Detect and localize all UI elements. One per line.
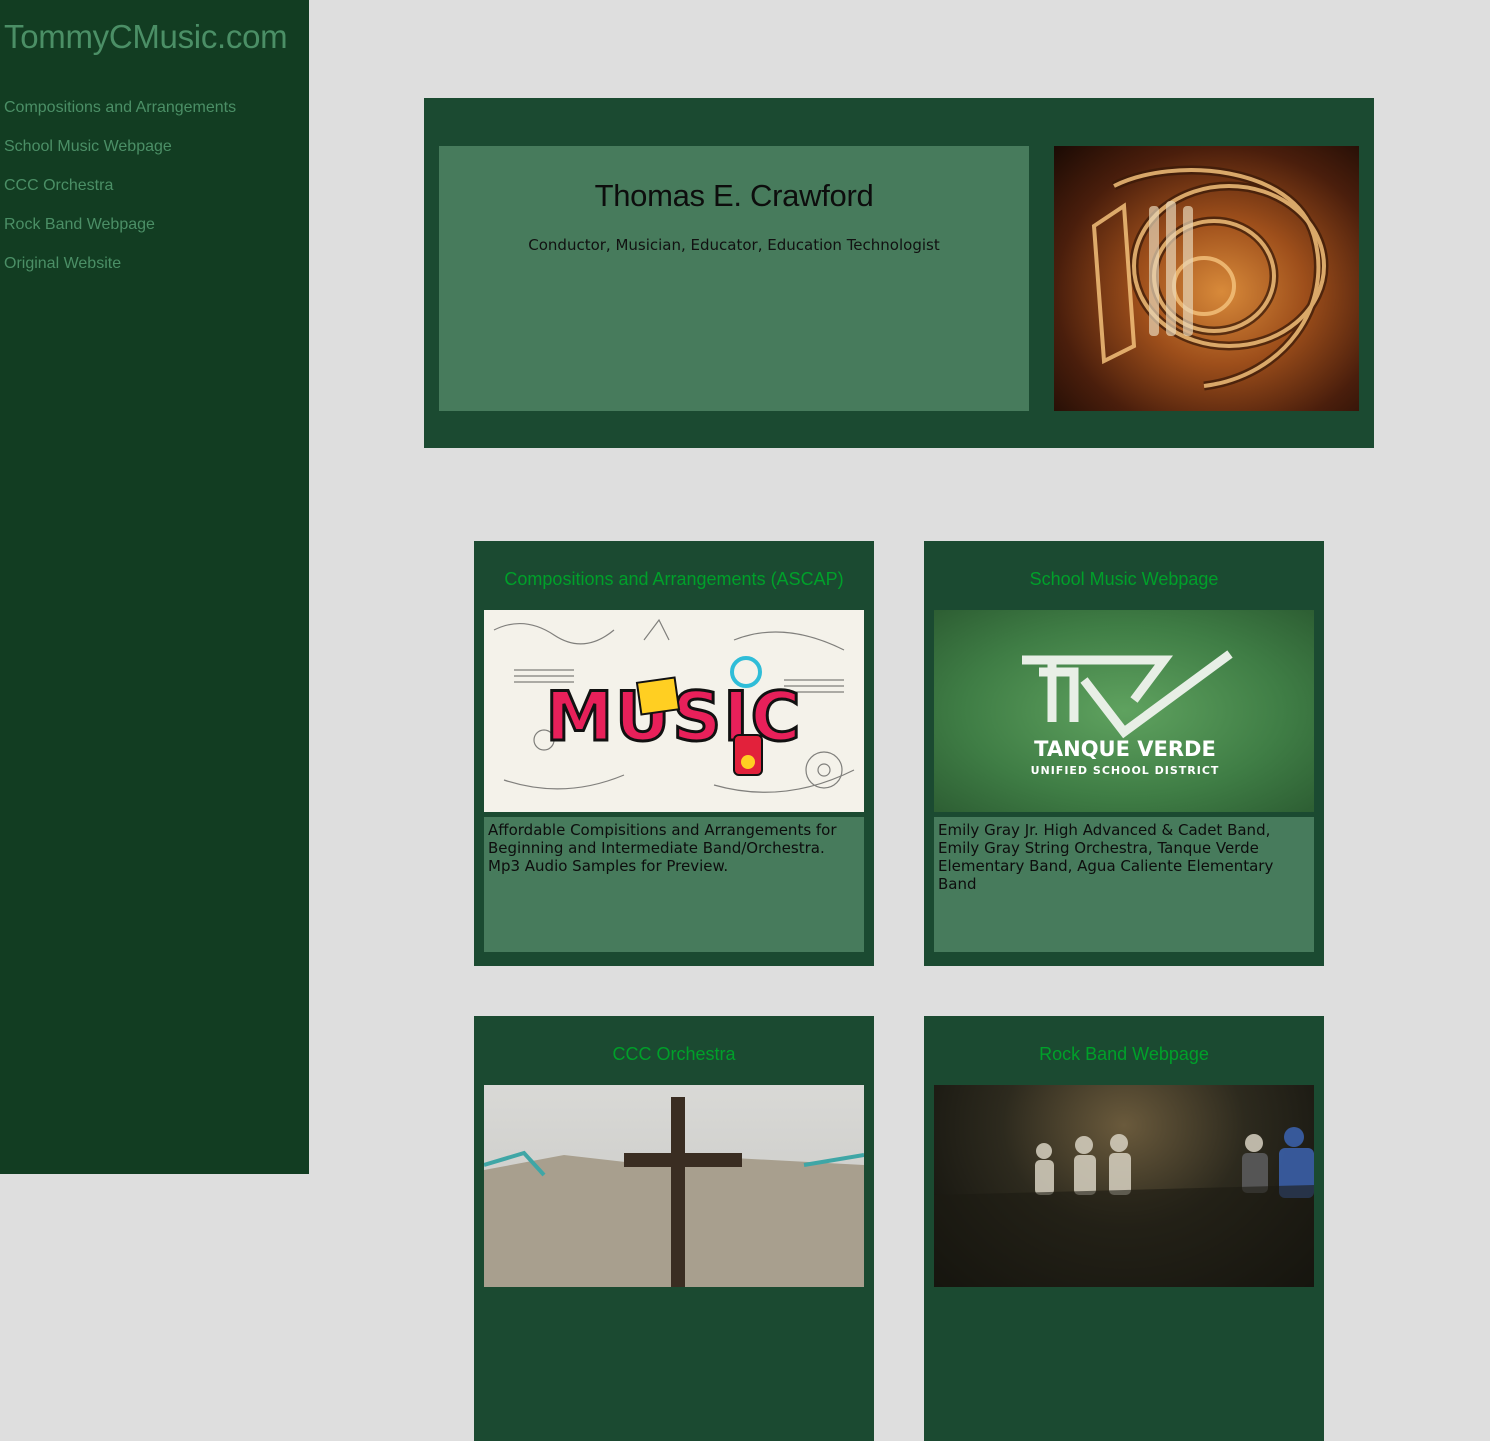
- nav-item-original-website[interactable]: Original Website: [4, 254, 236, 293]
- card-title-link[interactable]: Compositions and Arrangements (ASCAP): [474, 569, 874, 590]
- nav-item-ccc-orchestra[interactable]: CCC Orchestra: [4, 176, 236, 215]
- card-description-text: Affordable Compisitions and Arrangements…: [488, 821, 837, 875]
- logo-sub-text: UNIFIED SCHOOL DISTRICT: [1031, 764, 1220, 777]
- card-rock-band: Rock Band Webpage: [924, 1016, 1324, 1441]
- sidebar-nav: Compositions and Arrangements School Mus…: [4, 98, 236, 293]
- french-horn-image: [1054, 146, 1359, 411]
- logo-name-text: TANQUE VERDE: [1034, 737, 1216, 761]
- card-description-text: Emily Gray Jr. High Advanced & Cadet Ban…: [938, 821, 1274, 893]
- cross-photo[interactable]: [484, 1085, 864, 1287]
- nav-item-rock-band[interactable]: Rock Band Webpage: [4, 215, 236, 254]
- nav-item-school-music[interactable]: School Music Webpage: [4, 137, 236, 176]
- card-school-music: School Music Webpage TANQUE VERDE UNIFIE…: [924, 541, 1324, 966]
- nav-item-compositions[interactable]: Compositions and Arrangements: [4, 98, 236, 137]
- card-compositions: Compositions and Arrangements (ASCAP) MU…: [474, 541, 874, 966]
- card-title-link[interactable]: School Music Webpage: [924, 569, 1324, 590]
- site-title[interactable]: TommyCMusic.com: [4, 18, 288, 56]
- card-title-link[interactable]: Rock Band Webpage: [924, 1044, 1324, 1065]
- card-title-link[interactable]: CCC Orchestra: [474, 1044, 874, 1065]
- tanque-verde-logo[interactable]: TANQUE VERDE UNIFIED SCHOOL DISTRICT: [934, 610, 1314, 812]
- music-doodle-image[interactable]: MUSIC: [484, 610, 864, 812]
- hero-text-box: Thomas E. Crawford Conductor, Musician, …: [439, 146, 1029, 411]
- hero-subtitle: Conductor, Musician, Educator, Education…: [528, 236, 940, 254]
- hero-section: Thomas E. Crawford Conductor, Musician, …: [424, 98, 1374, 448]
- page-title: Thomas E. Crawford: [594, 178, 874, 213]
- card-description: Affordable Compisitions and Arrangements…: [484, 817, 864, 952]
- card-description: Emily Gray Jr. High Advanced & Cadet Ban…: [934, 817, 1314, 952]
- sidebar: TommyCMusic.com Compositions and Arrange…: [0, 0, 309, 1174]
- band-photo[interactable]: [934, 1085, 1314, 1287]
- card-ccc-orchestra: CCC Orchestra: [474, 1016, 874, 1441]
